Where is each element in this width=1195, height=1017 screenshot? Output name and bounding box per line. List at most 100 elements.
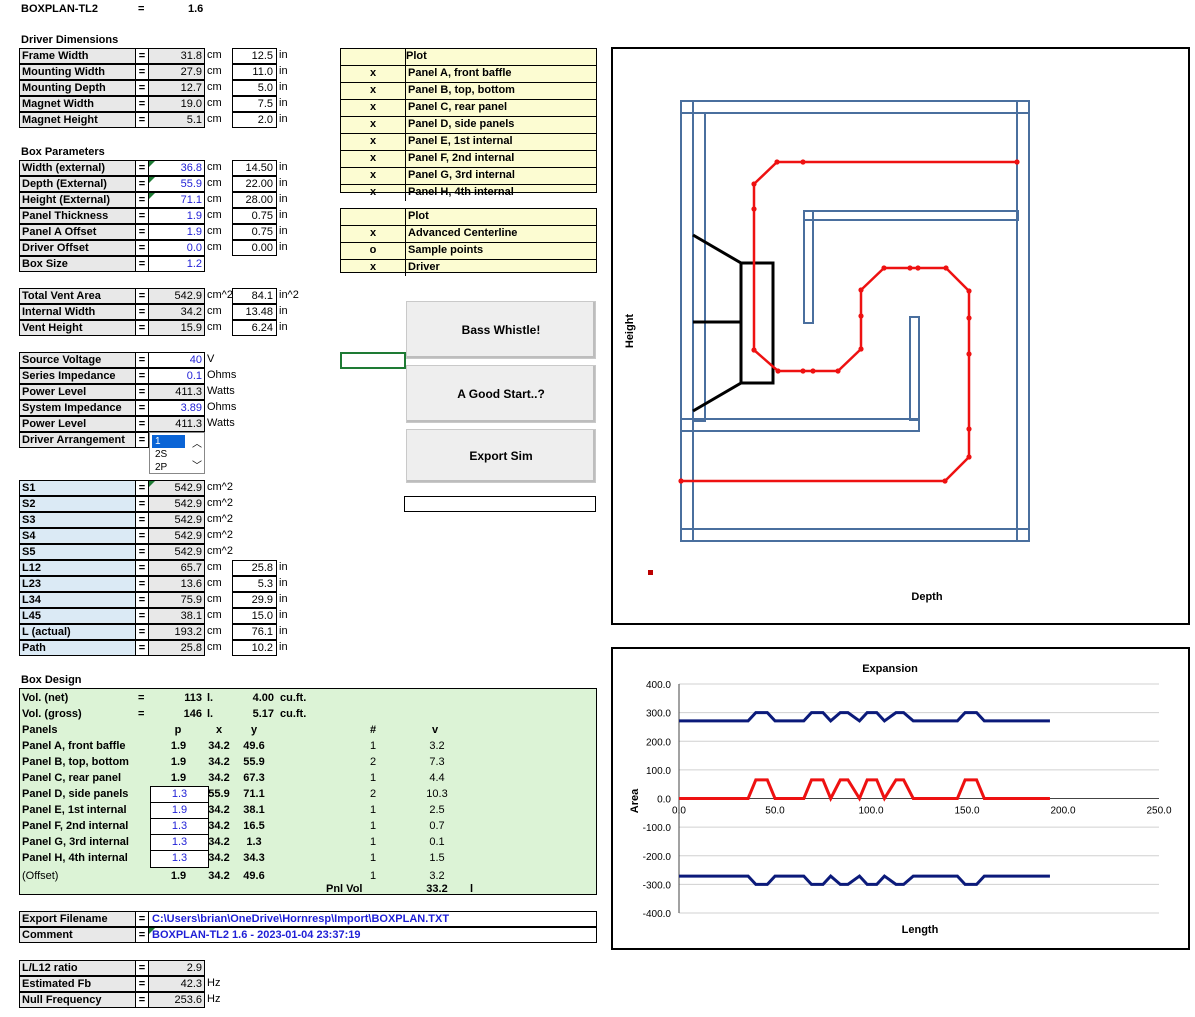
panel-name: Panel D, side panels (22, 788, 129, 800)
param-value[interactable]: 3.89 (148, 400, 205, 416)
panel-thickness-input[interactable]: 1.3 (150, 850, 209, 868)
plot-option-mark[interactable]: x (341, 151, 406, 167)
param-value[interactable]: 1.2 (148, 256, 205, 272)
x-tick-label: 200.0 (1050, 806, 1075, 817)
plot-option-row[interactable]: x Panel B, top, bottom (341, 83, 596, 100)
panel-thickness: 1.9 (170, 772, 187, 784)
param-label: Mounting Depth (19, 80, 136, 96)
param-value: 542.9 (148, 496, 205, 512)
param-label: L45 (19, 608, 136, 624)
param-eq: = (135, 432, 149, 448)
plot-option-row[interactable]: x Panel F, 2nd internal (341, 151, 596, 168)
plot-option-mark[interactable]: x (341, 117, 406, 133)
param-value[interactable]: 71.1 (148, 192, 205, 208)
vol-gross-unit: l. (207, 708, 214, 720)
arrangement-option[interactable]: 2S (152, 448, 185, 461)
comment-input[interactable]: BOXPLAN-TL2 1.6 - 2023-01-04 23:37:19 (148, 927, 597, 943)
panel-y: 34.3 (243, 852, 265, 864)
plot-option-mark[interactable]: o (341, 243, 406, 259)
panel-name: Panel H, 4th internal (22, 852, 128, 864)
param-inch-unit: in (279, 193, 288, 205)
param-inch-value: 7.5 (232, 96, 277, 112)
plot-option-row[interactable]: x Driver (341, 260, 596, 276)
plot-option-row[interactable]: x Advanced Centerline (341, 226, 596, 243)
plot-option-label: Advanced Centerline (408, 227, 518, 239)
param-inch-value: 25.8 (232, 560, 277, 576)
plot-option-row[interactable]: x Panel C, rear panel (341, 100, 596, 117)
plot-option-mark[interactable]: x (341, 83, 406, 99)
plot-option-label: Panel E, 1st internal (408, 135, 513, 147)
plot-option-mark[interactable]: x (341, 134, 406, 150)
y-tick-label: -100.0 (643, 823, 672, 834)
plot-option-mark[interactable]: x (341, 260, 406, 276)
param-eq: = (135, 304, 149, 320)
param-value[interactable]: 36.8 (148, 160, 205, 176)
param-inch-unit: in (279, 113, 288, 125)
plot-option-row[interactable]: x Panel H, 4th internal (341, 185, 596, 201)
plot-option-row[interactable]: x Panel E, 1st internal (341, 134, 596, 151)
arrangement-option[interactable]: 1 (152, 435, 185, 448)
expansion-svg: Expansion Length Area 400.0 300.0 200.0 100… (629, 663, 1172, 936)
plot-option-mark[interactable]: x (341, 185, 406, 201)
param-value[interactable]: 0.1 (148, 368, 205, 384)
export-filename-input[interactable]: C:\Users\brian\OneDrive\Hornresp\Import\… (148, 911, 597, 927)
app-title: BOXPLAN-TL2 (21, 3, 98, 15)
param-value: 542.9 (148, 288, 205, 304)
layout-ylabel: Height (624, 314, 636, 349)
param-label: Power Level (19, 416, 136, 432)
plot-option-mark[interactable]: x (341, 226, 406, 242)
param-unit: cm (207, 241, 222, 253)
driver-magnet (739, 261, 775, 385)
plot-option-label: Panel B, top, bottom (408, 84, 515, 96)
param-eq: = (135, 384, 149, 400)
param-value: 31.8 (148, 48, 205, 64)
plot-option-mark[interactable]: x (341, 168, 406, 184)
param-inch-unit: in^2 (279, 289, 299, 301)
export-sim-button[interactable]: Export Sim (406, 429, 596, 483)
selected-cell[interactable] (340, 352, 406, 369)
param-value[interactable]: 40 (148, 352, 205, 368)
panel-internal-lower-v (909, 316, 920, 421)
bass-whistle-button[interactable]: Bass Whistle! (406, 301, 596, 359)
param-unit: cm (207, 193, 222, 205)
param-value[interactable]: 0.0 (148, 240, 205, 256)
plot-option-mark[interactable]: x (341, 100, 406, 116)
plot-option-row[interactable]: x Panel G, 3rd internal (341, 168, 596, 185)
panel-x: 34.2 (208, 756, 230, 768)
export-filename-label: Export Filename (19, 911, 136, 927)
param-label: Internal Width (19, 304, 136, 320)
panel-count: 2 (369, 788, 377, 800)
vol-net-unit: l. (207, 692, 214, 704)
param-value[interactable]: 1.9 (148, 224, 205, 240)
plot-option-row[interactable]: x Panel D, side panels (341, 117, 596, 134)
param-inch-value: 5.0 (232, 80, 277, 96)
param-value: 38.1 (148, 608, 205, 624)
expansion-xlabel: Length (902, 924, 939, 936)
vol-net-cuft: 4.00 (252, 692, 274, 704)
param-value[interactable]: 1.9 (148, 208, 205, 224)
plot-option-row[interactable]: o Sample points (341, 243, 596, 260)
param-label: Series Impedance (19, 368, 136, 384)
param-value: 542.9 (148, 480, 205, 496)
good-start-button[interactable]: A Good Start..? (406, 365, 596, 423)
param-value[interactable]: 55.9 (148, 176, 205, 192)
plot-option-row[interactable]: x Panel A, front baffle (341, 66, 596, 83)
param-label: Depth (External) (19, 176, 136, 192)
expansion-series-line (679, 711, 1050, 724)
header-eq: = (138, 3, 145, 15)
panel-x: 34.2 (208, 870, 230, 882)
param-eq: = (135, 192, 149, 208)
scroll-up-icon[interactable]: ︿ (192, 435, 202, 450)
scroll-down-icon[interactable]: ﹀ (192, 457, 202, 472)
param-eq: = (135, 224, 149, 240)
param-value: 19.0 (148, 96, 205, 112)
plot-option-label: Driver (408, 261, 440, 273)
param-label: Mounting Width (19, 64, 136, 80)
driver-arrangement-listbox[interactable]: 1 2S 2P ︿ ﹀ (149, 432, 205, 474)
plot-option-mark[interactable]: x (341, 66, 406, 82)
param-inch-value: 28.00 (232, 192, 277, 208)
param-unit: cm^2 (207, 529, 233, 541)
arrangement-option[interactable]: 2P (152, 461, 185, 474)
y-tick-label: 0.0 (657, 795, 671, 806)
plot-list2-title: Plot (408, 210, 429, 222)
